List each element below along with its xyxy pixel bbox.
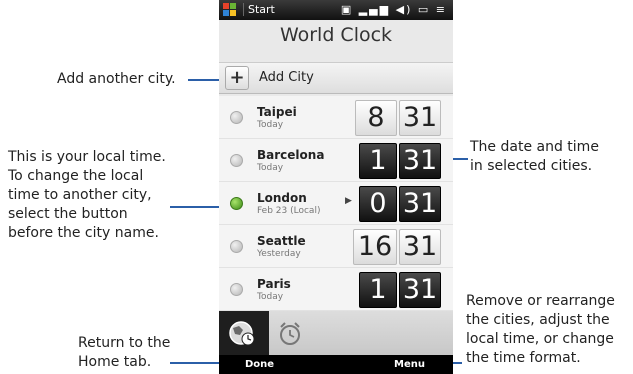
add-city-button[interactable]: + Add City xyxy=(219,62,453,94)
city-row[interactable]: Paris Today 1 31 xyxy=(219,268,453,311)
minute-tile: 31 xyxy=(399,186,441,222)
page-title: World Clock xyxy=(279,24,393,46)
local-time-radio[interactable] xyxy=(230,283,243,296)
phone-screen: Start ▣ ▂▄▆ ◀) ▭ ≡ World Clock + Add Cit… xyxy=(219,0,453,374)
tab-world-clock[interactable] xyxy=(219,311,269,355)
arrow-right-icon: ▶ xyxy=(345,196,352,206)
tab-bar xyxy=(219,311,453,355)
menu-softkey[interactable]: Menu xyxy=(394,359,425,370)
hour-tile: 1 xyxy=(359,272,397,308)
local-time-radio[interactable] xyxy=(230,154,243,167)
city-row[interactable]: Barcelona Today 1 31 xyxy=(219,139,453,182)
connection-icon: ≡ xyxy=(435,3,447,16)
done-softkey[interactable]: Done xyxy=(245,359,274,370)
local-time-radio[interactable] xyxy=(230,240,243,253)
status-bar: Start ▣ ▂▄▆ ◀) ▭ ≡ xyxy=(219,0,453,20)
city-name: London xyxy=(257,191,307,205)
hour-tile: 1 xyxy=(359,143,397,179)
callout-date-time: The date and time in selected cities. xyxy=(470,139,599,174)
hour-tile: 16 xyxy=(353,229,397,265)
battery-icon: ▭ xyxy=(417,3,431,16)
volume-icon: ◀) xyxy=(395,3,413,16)
city-day: Today xyxy=(257,292,284,302)
city-row[interactable]: Taipei Today 8 31 xyxy=(219,96,453,139)
minute-tile: 31 xyxy=(399,229,441,265)
callout-add-city: Add another city. xyxy=(57,71,176,87)
minute-tile: 31 xyxy=(399,272,441,308)
start-label[interactable]: Start xyxy=(243,3,275,16)
city-day: Today xyxy=(257,163,284,173)
city-day: Feb 23 (Local) xyxy=(257,206,321,216)
alarm-clock-icon xyxy=(280,322,300,345)
callout-home-tab: Return to the Home tab. xyxy=(78,335,171,370)
city-row[interactable]: Seattle Yesterday 16 31 xyxy=(219,225,453,268)
network-h-icon: ▣ xyxy=(340,3,354,16)
city-day: Yesterday xyxy=(257,249,301,259)
hour-tile: 8 xyxy=(355,100,397,136)
plus-icon: + xyxy=(225,66,249,90)
city-row[interactable]: London Feb 23 (Local) ▶ 0 31 xyxy=(219,182,453,225)
callout-local-time: This is your local time. To change the l… xyxy=(8,149,166,241)
city-list: Taipei Today 8 31 Barcelona Today 1 31 L… xyxy=(219,96,453,311)
add-city-label: Add City xyxy=(259,70,314,85)
minute-tile: 31 xyxy=(399,100,441,136)
city-name: Barcelona xyxy=(257,148,325,162)
globe-clock-icon xyxy=(229,321,255,346)
minute-tile: 31 xyxy=(399,143,441,179)
city-name: Taipei xyxy=(257,105,297,119)
tab-alarm[interactable] xyxy=(275,315,305,351)
softkey-bar: Done Menu xyxy=(219,355,453,374)
city-day: Today xyxy=(257,120,284,130)
windows-logo-icon[interactable] xyxy=(223,3,237,17)
local-time-radio[interactable] xyxy=(230,197,243,210)
local-time-radio[interactable] xyxy=(230,111,243,124)
signal-icon: ▂▄▆ xyxy=(358,3,391,16)
city-name: Paris xyxy=(257,277,291,291)
line-date-time xyxy=(452,158,468,160)
callout-menu: Remove or rearrange the cities, adjust t… xyxy=(466,293,615,366)
hour-tile: 0 xyxy=(359,186,397,222)
status-icons: ▣ ▂▄▆ ◀) ▭ ≡ xyxy=(341,3,447,16)
city-name: Seattle xyxy=(257,234,306,248)
